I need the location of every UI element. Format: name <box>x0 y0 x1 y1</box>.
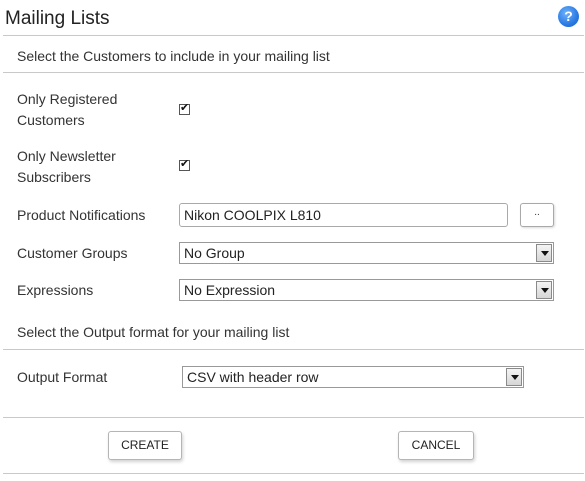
only-newsletter-checkbox[interactable]: ✔ <box>179 157 190 171</box>
section-divider <box>3 72 584 73</box>
checkmark-icon: ✔ <box>180 101 190 114</box>
chevron-down-icon[interactable] <box>506 368 522 386</box>
header-divider <box>3 35 584 36</box>
expressions-label: Expressions <box>17 282 94 298</box>
only-registered-label: Only Registered Customers <box>17 89 117 131</box>
only-newsletter-label: Only Newsletter Subscribers <box>17 146 116 188</box>
customer-groups-label: Customer Groups <box>17 245 128 261</box>
customer-groups-select[interactable]: No Group <box>179 242 554 264</box>
output-section-heading: Select the Output format for your mailin… <box>17 324 290 340</box>
checkmark-icon: ✔ <box>180 157 190 170</box>
section-divider <box>3 349 584 350</box>
cancel-button[interactable]: CANCEL <box>398 431 474 460</box>
expressions-value: No Expression <box>184 282 276 298</box>
output-format-label: Output Format <box>17 369 108 385</box>
product-notifications-input[interactable]: Nikon COOLPIX L810 <box>179 203 508 227</box>
customer-groups-value: No Group <box>184 245 245 261</box>
customers-section-heading: Select the Customers to include in your … <box>17 48 330 64</box>
only-newsletter-label-line1: Only Newsletter <box>17 148 116 164</box>
help-icon[interactable]: ? <box>558 6 579 27</box>
chevron-down-icon[interactable] <box>536 281 552 299</box>
only-newsletter-label-line2: Subscribers <box>17 169 91 185</box>
only-registered-label-line2: Customers <box>17 112 85 128</box>
output-format-select[interactable]: CSV with header row <box>182 366 524 388</box>
section-divider <box>3 417 584 418</box>
only-registered-checkbox[interactable]: ✔ <box>179 101 190 115</box>
product-browse-button[interactable]: .. <box>520 203 554 227</box>
product-notifications-label: Product Notifications <box>17 207 146 223</box>
chevron-down-icon[interactable] <box>536 244 552 262</box>
footer-divider <box>3 473 584 474</box>
only-registered-label-line1: Only Registered <box>17 91 118 107</box>
create-button[interactable]: CREATE <box>108 431 182 460</box>
page-title: Mailing Lists <box>5 8 110 29</box>
output-format-value: CSV with header row <box>187 369 319 385</box>
expressions-select[interactable]: No Expression <box>179 279 554 301</box>
